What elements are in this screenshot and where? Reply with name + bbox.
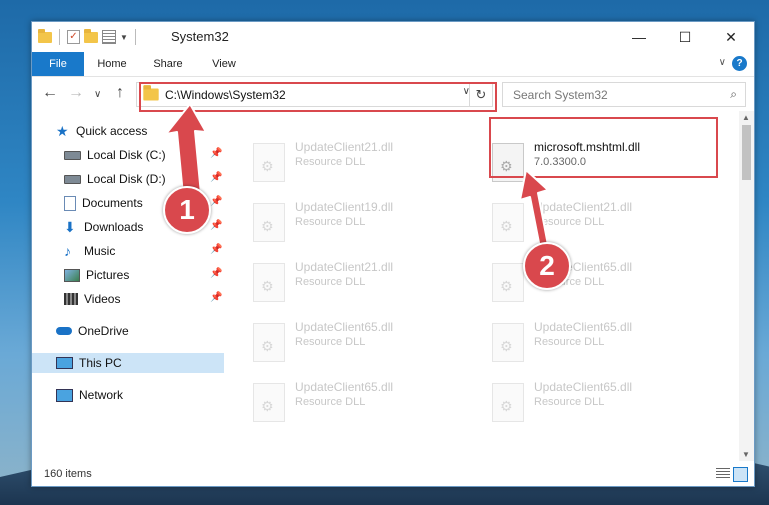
step-1-badge: 1 [163,186,211,234]
arrow-2 [519,169,549,249]
step-2-badge: 2 [523,242,571,290]
arrow-1 [165,103,207,196]
annotation-arrows [165,103,549,249]
